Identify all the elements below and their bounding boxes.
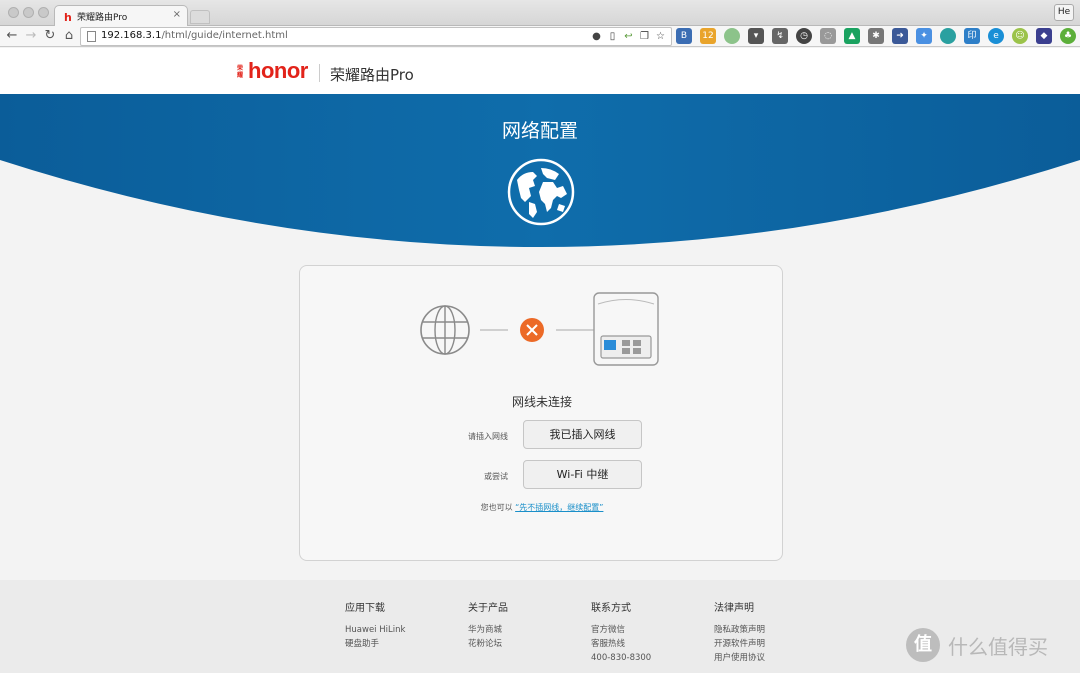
footer-link[interactable]: 隐私政策声明 bbox=[714, 623, 765, 637]
profile-button[interactable]: He bbox=[1054, 4, 1074, 21]
page-title: 网络配置 bbox=[501, 120, 578, 142]
wifi-repeater-button[interactable]: Wi-Fi 中继 bbox=[523, 460, 642, 489]
watermark: 值 什么值得买 bbox=[906, 628, 1048, 662]
translate-icon[interactable]: ▯ bbox=[606, 30, 619, 43]
logo-divider bbox=[319, 64, 320, 82]
footer-link[interactable]: Huawei HiLink bbox=[345, 623, 405, 637]
footer-column-contact: 联系方式 官方微信 客服热线 400-830-8300 bbox=[591, 599, 651, 665]
globe-icon bbox=[507, 158, 575, 226]
forward-arrow-icon[interactable]: → bbox=[23, 28, 39, 44]
honor-logo: honor bbox=[248, 58, 308, 83]
try-label: 或尝试 bbox=[484, 472, 508, 481]
status-title: 网线未连接 bbox=[511, 395, 572, 409]
address-bar[interactable]: 192.168.3.1/html/guide/internet.html ● ▯… bbox=[80, 27, 672, 46]
footer-column-about: 关于产品 华为商城 花粉论坛 bbox=[468, 599, 508, 651]
plug-label: 请插入网线 bbox=[468, 432, 508, 441]
skip-config-link[interactable]: “先不插网线，继续配置” bbox=[515, 503, 603, 512]
reader-icon[interactable]: ↩ bbox=[622, 30, 635, 43]
extension-icon[interactable] bbox=[940, 28, 956, 44]
extension-icon[interactable]: ♣ bbox=[1060, 28, 1076, 44]
footer-link[interactable]: 开源软件声明 bbox=[714, 637, 765, 651]
honor-logo-mark: 荣耀 bbox=[237, 65, 244, 79]
extension-icon[interactable]: ↯ bbox=[772, 28, 788, 44]
footer-link[interactable]: 硬盘助手 bbox=[345, 637, 405, 651]
connection-diagram bbox=[420, 292, 659, 366]
extension-icon[interactable]: e bbox=[988, 28, 1004, 44]
clock-icon[interactable]: ◷ bbox=[796, 28, 812, 44]
honor-favicon-icon: h bbox=[64, 11, 72, 24]
footer-heading: 联系方式 bbox=[591, 603, 631, 614]
footer-link[interactable]: 华为商城 bbox=[468, 623, 508, 637]
extension-icon[interactable]: ✱ bbox=[868, 28, 884, 44]
site-header: 荣耀 honor 荣耀路由Pro bbox=[0, 48, 1080, 94]
watermark-badge-icon: 值 bbox=[906, 628, 940, 662]
connection-card: 网线未连接 请插入网线 我已插入网线 或尝试 Wi-Fi 中继 您也可以 “先不… bbox=[299, 265, 783, 561]
extension-icon[interactable]: ☺ bbox=[1012, 28, 1028, 44]
pocket-icon[interactable]: ▾ bbox=[748, 28, 764, 44]
footer-hotline: 400-830-8300 bbox=[591, 653, 652, 663]
watermark-text: 什么值得买 bbox=[948, 634, 1048, 659]
product-name: 荣耀路由Pro bbox=[330, 66, 414, 84]
extension-icon[interactable]: ➜ bbox=[892, 28, 908, 44]
footer-column-download: 应用下载 Huawei HiLink 硬盘助手 bbox=[345, 599, 405, 651]
drive-icon[interactable]: ▲ bbox=[844, 28, 860, 44]
footer-link[interactable]: 用户使用协议 bbox=[714, 651, 765, 665]
zoom-window-button[interactable] bbox=[38, 7, 49, 18]
hero-banner: 网络配置 bbox=[0, 94, 1080, 256]
footer: 应用下载 Huawei HiLink 硬盘助手 关于产品 华为商城 花粉论坛 联… bbox=[0, 580, 1080, 673]
home-icon[interactable]: ⌂ bbox=[61, 28, 77, 44]
extension-icon[interactable] bbox=[724, 28, 740, 44]
back-arrow-icon[interactable]: ← bbox=[4, 28, 20, 44]
skip-prefix: 您也可以 bbox=[480, 503, 513, 512]
extension-icon[interactable]: 印 bbox=[964, 28, 980, 44]
url-path: /html/guide/internet.html bbox=[161, 30, 288, 41]
extension-icon[interactable]: 12 bbox=[700, 28, 716, 44]
url-text[interactable]: 192.168.3.1/html/guide/internet.html bbox=[101, 30, 288, 41]
footer-heading: 应用下载 bbox=[345, 603, 385, 614]
reload-icon[interactable]: ↻ bbox=[42, 28, 58, 44]
tab-close-icon[interactable]: × bbox=[173, 9, 181, 20]
router-icon bbox=[593, 292, 659, 366]
extension-icon[interactable]: ● bbox=[590, 30, 603, 43]
footer-heading: 关于产品 bbox=[468, 603, 508, 614]
footer-link[interactable]: 客服热线 bbox=[591, 637, 651, 651]
url-host: 192.168.3.1 bbox=[101, 30, 162, 41]
footer-column-legal: 法律声明 隐私政策声明 开源软件声明 用户使用协议 bbox=[714, 599, 765, 665]
close-window-button[interactable] bbox=[8, 7, 19, 18]
extension-icon[interactable]: ◆ bbox=[1036, 28, 1052, 44]
extension-icon[interactable]: ◌ bbox=[820, 28, 836, 44]
new-tab-button[interactable] bbox=[190, 10, 210, 24]
copy-icon[interactable]: ❐ bbox=[638, 30, 651, 43]
browser-toolbar: ← → ↻ ⌂ 192.168.3.1/html/guide/internet.… bbox=[0, 26, 1080, 47]
skip-hint: 您也可以 “先不插网线，继续配置” bbox=[300, 502, 784, 513]
extension-icon[interactable]: B bbox=[676, 28, 692, 44]
browser-tab[interactable]: h 荣耀路由Pro × bbox=[54, 5, 188, 26]
footer-link[interactable]: 官方微信 bbox=[591, 623, 651, 637]
bookmark-star-icon[interactable]: ☆ bbox=[654, 30, 667, 43]
page-icon bbox=[87, 31, 96, 42]
internet-globe-icon bbox=[420, 305, 470, 355]
browser-tabbar: h 荣耀路由Pro × He bbox=[0, 0, 1080, 26]
extension-icon[interactable]: ✦ bbox=[916, 28, 932, 44]
cable-plugged-button[interactable]: 我已插入网线 bbox=[523, 420, 642, 449]
tab-title: 荣耀路由Pro bbox=[77, 13, 128, 23]
minimize-window-button[interactable] bbox=[23, 7, 34, 18]
disconnected-error-icon bbox=[520, 318, 544, 342]
footer-link[interactable]: 花粉论坛 bbox=[468, 637, 508, 651]
footer-heading: 法律声明 bbox=[714, 603, 754, 614]
